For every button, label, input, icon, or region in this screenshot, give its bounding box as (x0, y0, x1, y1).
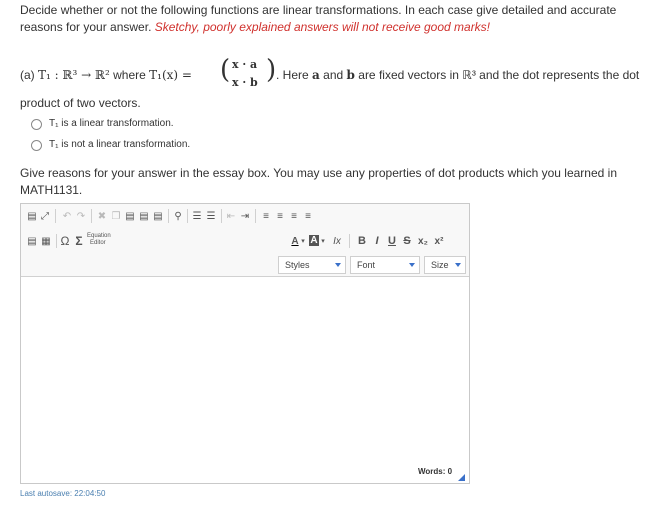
radio-option-not-linear[interactable] (31, 140, 42, 151)
italic-button[interactable]: I (371, 234, 383, 248)
underline-button[interactable]: U (386, 234, 398, 248)
vector-top: x · a (232, 58, 258, 71)
styles-dropdown[interactable]: Styles (278, 256, 346, 274)
fixed-vectors-text: are fixed vectors in ℝ³ and the dot repr… (358, 68, 640, 82)
bulleted-list-icon[interactable]: ☰ (205, 209, 217, 223)
text-color-dropdown-icon[interactable]: ▾ (300, 234, 306, 248)
bold-button[interactable]: B (356, 234, 368, 248)
resize-grip-icon[interactable] (458, 474, 465, 481)
essay-editor: ▤ ⤢ ↶ ↷ ✖ ❐ ▤ ▤ ▤ ⚲ ☰ ☰ ⇤ ⇥ ≡ ≡ ≡ ≡ ▤ ▦ … (20, 203, 470, 484)
chevron-down-icon (335, 263, 341, 267)
chevron-down-icon (409, 263, 415, 267)
strike-button[interactable]: S (401, 234, 413, 248)
subscript-button[interactable]: x₂ (416, 234, 430, 248)
paste-word-icon[interactable]: ▤ (152, 209, 164, 223)
styles-label: Styles (285, 260, 310, 270)
function-lhs: T₁(x) = (149, 68, 192, 82)
align-justify-icon[interactable]: ≡ (302, 209, 314, 223)
size-dropdown[interactable]: Size (424, 256, 466, 274)
paste-icon[interactable]: ▤ (124, 209, 136, 223)
where-text: where (113, 68, 146, 82)
source-icon[interactable]: ▤ (26, 209, 38, 223)
right-paren: ) (266, 55, 277, 85)
part-a-continuation: . Here a and b are fixed vectors in ℝ³ a… (276, 68, 639, 83)
copy-icon[interactable]: ❐ (110, 209, 122, 223)
autosave-status: Last autosave: 22:04:50 (20, 489, 106, 498)
align-left-icon[interactable]: ≡ (260, 209, 272, 223)
text-color-button[interactable]: A (290, 234, 300, 248)
chevron-down-icon (455, 263, 461, 267)
after-vector-text: . Here (276, 68, 309, 82)
equation-editor-line1: Equation (87, 233, 111, 239)
vector-b-symbol: b (346, 68, 355, 82)
question-intro-reasons: reasons for your answer. (20, 20, 152, 34)
undo-icon[interactable]: ↶ (61, 209, 73, 223)
superscript-button[interactable]: x² (432, 234, 446, 248)
font-label: Font (357, 260, 376, 270)
redo-icon[interactable]: ↷ (75, 209, 87, 223)
function-domain-codomain: T₁ : ℝ³ → ℝ² (38, 68, 110, 82)
option-not-linear-label[interactable]: T₁ is not a linear transformation. (49, 137, 190, 152)
part-a-definition: (a) T₁ : ℝ³ → ℝ² where T₁(x) = (20, 68, 192, 83)
radio-option-linear[interactable] (31, 119, 42, 130)
vector-bottom: x · b (232, 76, 258, 89)
editor-toolbar: ▤ ⤢ ↶ ↷ ✖ ❐ ▤ ▤ ▤ ⚲ ☰ ☰ ⇤ ⇥ ≡ ≡ ≡ ≡ ▤ ▦ … (21, 204, 469, 277)
equation-editor-line2: Editor (90, 240, 106, 246)
numbered-list-icon[interactable]: ☰ (191, 209, 203, 223)
bg-color-dropdown-icon[interactable]: ▾ (320, 234, 326, 248)
align-center-icon[interactable]: ≡ (274, 209, 286, 223)
outdent-icon[interactable]: ⇤ (225, 209, 237, 223)
size-label: Size (431, 260, 449, 270)
bg-color-button[interactable]: A (309, 235, 319, 246)
word-count: Words: 0 (418, 467, 453, 476)
paste-text-icon[interactable]: ▤ (138, 209, 150, 223)
product-text: product of two vectors. (20, 96, 141, 110)
question-intro-line1: Decide whether or not the following func… (20, 3, 617, 17)
left-paren: ( (220, 55, 231, 85)
find-icon[interactable]: ⚲ (172, 209, 184, 223)
table-icon[interactable]: ▦ (40, 234, 52, 248)
question-intro-line2: reasons for your answer. Sketchy, poorly… (20, 20, 490, 35)
font-dropdown[interactable]: Font (350, 256, 420, 274)
maximize-icon[interactable]: ⤢ (39, 209, 51, 223)
option-linear-label[interactable]: T₁ is a linear transformation. (49, 116, 174, 131)
cut-icon[interactable]: ✖ (96, 209, 108, 223)
part-label: (a) (20, 68, 35, 82)
reasons-line1: Give reasons for your answer in the essa… (20, 166, 617, 180)
vector-a-symbol: a (312, 68, 320, 82)
indent-icon[interactable]: ⇥ (239, 209, 251, 223)
align-right-icon[interactable]: ≡ (288, 209, 300, 223)
question-warning: Sketchy, poorly explained answers will n… (154, 20, 491, 34)
remove-format-button[interactable]: Ix (330, 234, 344, 248)
reasons-line2: MATH1131. (20, 183, 83, 197)
special-char-omega-icon[interactable]: Ω (59, 234, 71, 248)
equation-editor-button[interactable]: Equation Editor (87, 233, 111, 247)
horizontal-rule-icon[interactable]: ▤ (26, 234, 38, 248)
and-text: and (323, 68, 344, 82)
equation-sigma-icon[interactable]: Σ (73, 234, 85, 248)
essay-content-area[interactable] (21, 277, 469, 462)
